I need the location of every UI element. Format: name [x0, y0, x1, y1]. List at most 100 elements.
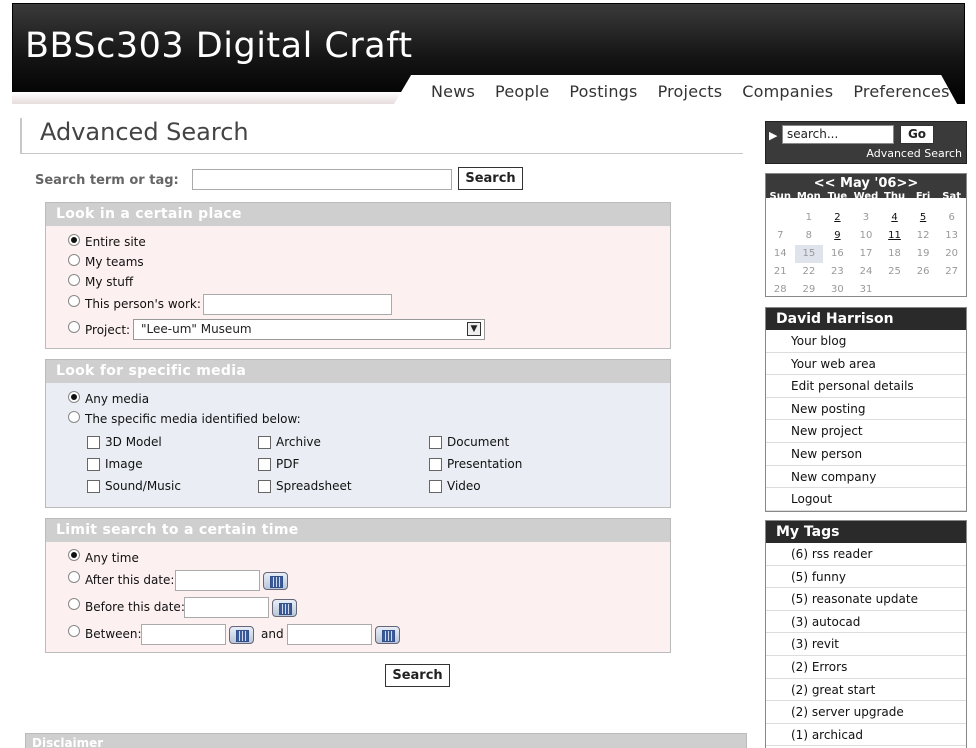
- calendar-icon[interactable]: [229, 626, 254, 644]
- calendar-day: 30: [831, 284, 844, 295]
- tag-item[interactable]: (5) reasonate update: [766, 588, 966, 611]
- label-specific-media: The specific media identified below:: [85, 412, 301, 426]
- label-person-work: This person's work:: [85, 297, 201, 311]
- place-panel: Look in a certain place Entire site My t…: [45, 202, 671, 349]
- go-button[interactable]: Go: [900, 125, 934, 144]
- radio-between[interactable]: [68, 625, 80, 637]
- calendar-day[interactable]: 4: [880, 209, 909, 227]
- calendar-day: [937, 281, 966, 299]
- user-menu-item[interactable]: Edit personal details: [766, 375, 966, 398]
- calendar-week: 14 15 16 17 18 19 20: [766, 245, 966, 263]
- page: BBSc303 Digital Craft News People Postin…: [0, 0, 976, 748]
- calendar-day: 10: [859, 230, 873, 241]
- before-date-input[interactable]: [184, 597, 269, 618]
- project-select[interactable]: "Lee-um" Museum ▼: [133, 319, 485, 340]
- user-menu-item[interactable]: Your blog: [766, 330, 966, 353]
- nav-companies[interactable]: Companies: [742, 82, 833, 101]
- label-my-stuff: My stuff: [85, 275, 134, 289]
- person-work-input[interactable]: [203, 294, 392, 315]
- calendar-day[interactable]: 5: [909, 209, 938, 227]
- user-menu-item[interactable]: New posting: [766, 398, 966, 421]
- checkbox-pdf[interactable]: [258, 458, 271, 471]
- label-any-media: Any media: [85, 392, 150, 406]
- nav-projects[interactable]: Projects: [658, 82, 723, 101]
- calendar-day: 6: [948, 212, 955, 223]
- nav-news[interactable]: News: [431, 82, 475, 101]
- calendar-icon[interactable]: [263, 572, 288, 590]
- user-menu-item[interactable]: New company: [766, 466, 966, 489]
- title-box: Advanced Search: [20, 118, 743, 154]
- label-my-teams: My teams: [85, 255, 144, 269]
- calendar-day: 1: [805, 212, 813, 223]
- calendar-day[interactable]: 9: [823, 227, 852, 245]
- radio-person-work[interactable]: [68, 295, 80, 307]
- label-entire-site: Entire site: [85, 235, 146, 249]
- radio-project[interactable]: [68, 321, 80, 333]
- label-and: and: [261, 627, 284, 641]
- radio-entire-site[interactable]: [68, 234, 80, 246]
- calendar-day[interactable]: 2: [823, 209, 852, 227]
- label-archive: Archive: [276, 435, 321, 449]
- checkbox-image[interactable]: [87, 458, 100, 471]
- checkbox-archive[interactable]: [258, 436, 271, 449]
- calendar-icon[interactable]: [375, 626, 400, 644]
- chevron-down-icon[interactable]: ▼: [467, 322, 481, 336]
- tag-item[interactable]: (2) server upgrade: [766, 701, 966, 724]
- radio-any-time[interactable]: [68, 549, 80, 561]
- user-menu-item[interactable]: New person: [766, 443, 966, 466]
- sidebar-search-input[interactable]: search...: [782, 125, 894, 144]
- label-project: Project:: [85, 323, 131, 337]
- radio-any-media[interactable]: [68, 391, 80, 403]
- checkbox-document[interactable]: [429, 436, 442, 449]
- calendar-weekday: Sat: [942, 191, 962, 202]
- tag-item[interactable]: (3) autocad: [766, 611, 966, 634]
- nav-people[interactable]: People: [495, 82, 549, 101]
- checkbox-presentation[interactable]: [429, 458, 442, 471]
- search-term-input[interactable]: [192, 169, 452, 190]
- play-arrow-icon: ▶: [769, 129, 778, 142]
- disclaimer-header: Disclaimer: [25, 733, 747, 748]
- radio-specific-media[interactable]: [68, 411, 80, 423]
- calendar-weekday: Mon: [796, 191, 821, 202]
- checkbox-sound-music[interactable]: [87, 480, 100, 493]
- radio-my-stuff[interactable]: [68, 274, 80, 286]
- calendar: << May '06>> Sun Mon Tue Wed Thu Fri Sat 12345…: [765, 173, 967, 297]
- label-presentation: Presentation: [447, 457, 523, 471]
- user-menu-item[interactable]: Your web area: [766, 353, 966, 376]
- calendar-day: 25: [888, 266, 901, 277]
- label-after-date: After this date:: [85, 573, 175, 587]
- radio-after-date[interactable]: [68, 571, 80, 583]
- after-date-input[interactable]: [175, 570, 260, 591]
- tag-item[interactable]: (1) archicad: [766, 724, 966, 747]
- radio-my-teams[interactable]: [68, 254, 80, 266]
- checkbox-spreadsheet[interactable]: [258, 480, 271, 493]
- tag-item[interactable]: (2) great start: [766, 679, 966, 702]
- search-button-top[interactable]: Search: [458, 167, 523, 190]
- calendar-day: 29: [802, 284, 816, 295]
- tags-box: My Tags (6) rss reader (5) funny (5) reaso…: [765, 520, 967, 748]
- calendar-day: 12: [916, 230, 930, 241]
- advanced-search-link[interactable]: Advanced Search: [866, 147, 962, 160]
- between-start-input[interactable]: [141, 624, 226, 645]
- nav-postings[interactable]: Postings: [569, 82, 637, 101]
- tag-item[interactable]: (2) Errors: [766, 656, 966, 679]
- media-panel-title: Look for specific media: [46, 360, 670, 383]
- nav-items: News People Postings Projects Companies …: [431, 82, 970, 101]
- nav-preferences[interactable]: Preferences: [853, 82, 949, 101]
- user-menu-item[interactable]: New project: [766, 420, 966, 443]
- calendar-day: 20: [945, 248, 959, 259]
- checkbox-video[interactable]: [429, 480, 442, 493]
- calendar-title[interactable]: << May '06>>: [766, 176, 966, 191]
- checkbox-3d-model[interactable]: [87, 436, 100, 449]
- calendar-day[interactable]: 11: [880, 227, 909, 245]
- tag-item[interactable]: (3) revit: [766, 633, 966, 656]
- label-before-date: Before this date:: [85, 600, 185, 614]
- tag-item[interactable]: (6) rss reader: [766, 543, 966, 566]
- tag-item[interactable]: (5) funny: [766, 566, 966, 589]
- between-end-input[interactable]: [287, 624, 372, 645]
- user-menu-item[interactable]: Logout: [766, 488, 966, 511]
- calendar-icon[interactable]: [272, 599, 297, 617]
- radio-before-date[interactable]: [68, 598, 80, 610]
- search-button-bottom[interactable]: Search: [385, 664, 450, 687]
- calendar-day: [909, 281, 938, 299]
